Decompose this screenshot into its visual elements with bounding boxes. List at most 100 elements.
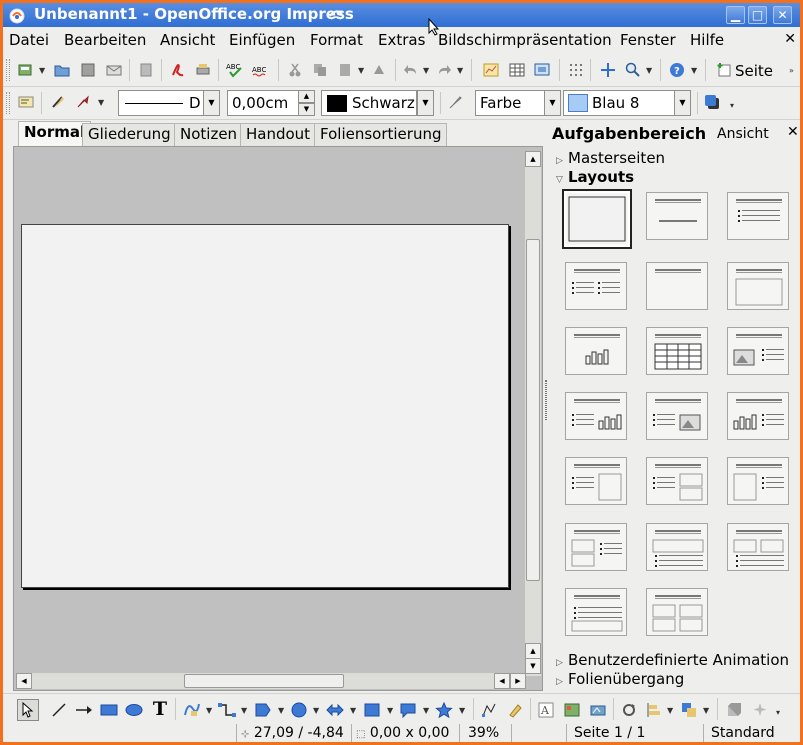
arrange-dropdown-icon[interactable]: ▼ [703,706,709,715]
ellipse-tool-icon[interactable] [125,701,143,719]
help-dropdown-icon[interactable]: ▼ [691,66,697,75]
line-width-down[interactable]: ▼ [298,103,315,116]
line-width-input[interactable]: 0,00cm [227,90,299,116]
clone-formatting-icon[interactable] [370,61,388,79]
close-window-button[interactable]: ✕ [773,6,792,24]
shadow-icon[interactable] [703,93,721,111]
menu-datei[interactable]: Datei [9,31,49,49]
effects-icon[interactable] [751,701,769,719]
menu-ansicht[interactable]: Ansicht [160,31,215,49]
line-width-up[interactable]: ▲ [298,90,315,103]
text-tool-icon[interactable]: T [151,698,169,720]
task-pane-view-menu[interactable]: Ansicht [717,126,769,142]
scroll-right-button[interactable]: ▶ [510,673,526,689]
align-icon[interactable] [645,701,663,719]
arrange-icon[interactable] [680,701,698,719]
chart-icon[interactable] [482,61,500,79]
layout-title-box[interactable] [727,262,789,310]
layout-blank[interactable] [562,189,632,249]
menu-hilfe[interactable]: Hilfe [690,31,724,49]
layout-title-text-box[interactable] [565,457,627,505]
toolbar-grip[interactable] [6,59,10,81]
paste-dropdown-icon[interactable]: ▼ [358,66,364,75]
horizontal-scrollbar[interactable]: ◀ ◀ ▶ [16,673,526,689]
layout-title-chart-text[interactable] [727,392,789,440]
scroll-up-button[interactable]: ▲ [525,151,541,167]
copy-icon[interactable] [311,61,329,79]
tab-notizen[interactable]: Notizen [174,123,244,146]
scroll-left-button[interactable]: ◀ [16,673,32,689]
vertical-scroll-thumb[interactable] [526,239,540,581]
scroll-page-down-button[interactable]: ▼ [525,658,541,674]
layout-title-text-2box[interactable] [646,457,708,505]
helplines-icon[interactable] [599,61,617,79]
minimize-button[interactable]: ▁ [726,6,745,24]
new-dropdown-icon[interactable]: ▼ [39,66,45,75]
drawbar-overflow-icon[interactable]: ▾ [776,708,780,717]
align-dropdown-icon[interactable]: ▼ [667,706,673,715]
section-masterseiten[interactable]: ▷ Masterseiten [556,149,665,167]
cut-icon[interactable] [286,61,304,79]
menu-format[interactable]: Format [310,31,363,49]
menu-extras[interactable]: Extras [378,31,425,49]
block-arrows-dropdown-icon[interactable]: ▼ [350,706,356,715]
area-color-select[interactable]: Blau 8 [563,90,675,116]
scroll-right-back-button[interactable]: ◀ [494,673,510,689]
points-icon[interactable] [480,701,498,719]
connector-tool-icon[interactable] [218,701,236,719]
layout-title-2box-text[interactable] [565,523,627,571]
toolbar2-overflow-icon[interactable]: ▾ [730,101,734,110]
layout-title-2box-2text[interactable] [646,523,708,571]
edit-file-icon[interactable] [137,61,155,79]
slide-show-icon[interactable] [533,61,551,79]
layout-title-box-text[interactable] [727,457,789,505]
grid-icon[interactable] [567,61,585,79]
callouts-dropdown-icon[interactable]: ▼ [423,706,429,715]
slide-editor[interactable]: ▲ ▲ ▼ ◀ ◀ ▶ [13,146,543,691]
seite-button[interactable]: Seite [735,62,773,80]
tab-handout[interactable]: Handout [240,123,317,146]
line-icon[interactable] [49,93,67,111]
close-document-icon[interactable]: ✕ [784,31,796,47]
area-style-select[interactable]: Farbe [475,90,545,116]
undo-icon[interactable] [402,61,420,79]
section-layouts[interactable]: ▽ Layouts [556,168,634,186]
line-color-select[interactable]: Schwarz [321,90,417,116]
line-tool-icon[interactable] [50,701,68,719]
arrow-style-icon[interactable] [75,93,93,111]
zoom-icon[interactable] [624,61,642,79]
line-arrow-tool-icon[interactable] [75,701,93,719]
layout-title-box-2text[interactable] [727,523,789,571]
glue-points-icon[interactable] [506,701,524,719]
area-color-dropdown[interactable]: ▼ [674,90,691,116]
layout-title-2content[interactable] [565,262,627,310]
styles-icon[interactable] [17,93,35,111]
table-icon[interactable] [508,61,526,79]
menu-bearbeiten[interactable]: Bearbeiten [64,31,146,49]
openoffice-app-icon[interactable] [8,6,26,24]
section-folienuebergang[interactable]: ▷ Folienübergang [556,670,684,688]
layout-title-4box[interactable] [646,588,708,636]
area-icon[interactable] [446,93,464,111]
undo-dropdown-icon[interactable]: ▼ [423,66,429,75]
line-style-dropdown[interactable]: ▼ [203,90,220,116]
layout-title-text-clipart[interactable] [646,392,708,440]
email-icon[interactable] [105,61,123,79]
horizontal-scroll-thumb[interactable] [184,674,344,688]
tab-normal[interactable]: Normal [18,121,92,147]
new-slide-icon[interactable] [715,61,733,79]
help-icon[interactable]: ? [668,61,686,79]
basic-shapes-dropdown-icon[interactable]: ▼ [278,706,284,715]
layout-title-content[interactable] [727,192,789,240]
line-color-dropdown[interactable]: ▼ [417,90,434,116]
curve-dropdown-icon[interactable]: ▼ [206,706,212,715]
layout-title-only-content[interactable] [646,192,708,240]
menu-einfuegen[interactable]: Einfügen [229,31,295,49]
symbol-shapes-icon[interactable] [290,701,308,719]
menu-bildschirmpraesentation[interactable]: Bildschirmpräsentation [438,31,612,49]
tab-gliederung[interactable]: Gliederung [82,123,177,146]
menu-fenster[interactable]: Fenster [620,31,676,49]
layout-title-clipart-text[interactable] [727,327,789,375]
print-icon[interactable] [194,61,212,79]
connector-dropdown-icon[interactable]: ▼ [241,706,247,715]
